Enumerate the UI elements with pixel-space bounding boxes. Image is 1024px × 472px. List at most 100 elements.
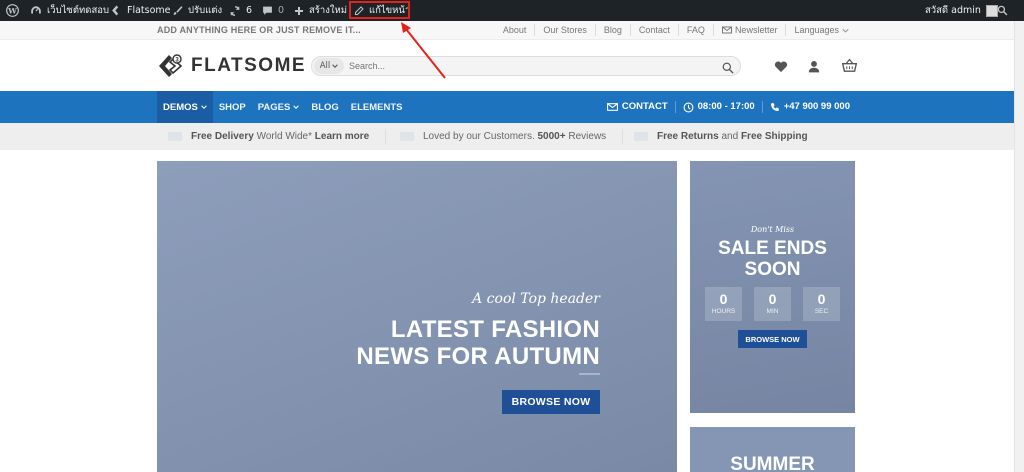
benefit-bold: Free Delivery: [191, 131, 254, 142]
nav-item-label: DEMOS: [163, 101, 198, 113]
main-nav-menu: DEMOS SHOP PAGES BLOG ELEMENTS: [157, 91, 409, 123]
admin-bar-customize[interactable]: ปรับแต่ง: [172, 0, 222, 21]
admin-bar-updates[interactable]: 6: [229, 0, 252, 21]
heart-icon: [400, 132, 414, 141]
benefit-bold: Free Returns: [657, 131, 719, 142]
comments-count: 0: [278, 5, 285, 16]
wordpress-logo-icon[interactable]: W: [6, 0, 19, 21]
benefit-text: World Wide*: [256, 131, 312, 142]
brush-icon: [173, 6, 183, 15]
sale-title-line: SALE ENDS: [718, 238, 827, 259]
hours-label: 08:00 - 17:00: [697, 101, 755, 112]
nav-item-label: BLOG: [311, 101, 339, 113]
countdown-hours: 0 HOURS: [705, 287, 742, 321]
svg-text:W: W: [7, 6, 17, 15]
nav-contact-info: CONTACT 08:00 - 17:00 +47 900 99 000: [600, 91, 857, 123]
countdown-label: SEC: [814, 308, 829, 315]
search-form: All: [311, 56, 741, 76]
nav-item-shop[interactable]: SHOP: [213, 91, 252, 123]
nav-item-blog[interactable]: BLOG: [305, 91, 344, 123]
summer-banner[interactable]: SUMMER: [690, 427, 855, 472]
chevron-down-icon: [293, 105, 300, 109]
admin-bar-account[interactable]: สวัสดี admin: [925, 0, 998, 21]
topnav-newsletter[interactable]: Newsletter: [712, 24, 786, 36]
topnav-link-blog[interactable]: Blog: [594, 24, 630, 36]
nav-opening-hours[interactable]: 08:00 - 17:00: [674, 101, 762, 113]
customize-label: ปรับแต่ง: [188, 5, 223, 16]
admin-bar-site-name[interactable]: เว็บไซต์ทดสอบ: [30, 0, 109, 21]
sale-title: SALE ENDS SOON: [690, 238, 855, 280]
nav-item-label: PAGES: [257, 101, 291, 113]
countdown-value: 0: [719, 291, 728, 307]
site-name-label: เว็บไซต์ทดสอบ: [47, 5, 109, 16]
topnav-link-contact[interactable]: Contact: [629, 24, 678, 36]
benefit-free-returns: Free Returns and Free Shipping: [634, 131, 808, 142]
search-icon[interactable]: [722, 59, 734, 78]
hero-title-line: NEWS FOR AUTUMN: [356, 343, 600, 370]
logo-text: FLATSOME: [191, 55, 307, 76]
nav-item-label: SHOP: [218, 101, 246, 113]
hero-divider: [579, 373, 600, 375]
main-nav: DEMOS SHOP PAGES BLOG ELEMENTS CONTACT 0…: [0, 91, 1014, 123]
page-scrollbar[interactable]: [1014, 21, 1024, 472]
return-icon: [634, 132, 648, 141]
admin-bar-new[interactable]: สร้างใหม่: [294, 0, 347, 21]
sale-title-line: SOON: [744, 259, 801, 280]
search-input[interactable]: [349, 59, 709, 73]
newsletter-label: Newsletter: [734, 25, 778, 35]
topnav-link-our-stores[interactable]: Our Stores: [534, 24, 595, 36]
benefit-reviews: Loved by our Customers. 5000+ Reviews: [400, 131, 606, 142]
topnav-link-about[interactable]: About: [495, 24, 535, 36]
plus-icon: [295, 6, 303, 15]
new-label: สร้างใหม่: [309, 5, 348, 16]
admin-bar-comments[interactable]: 0: [262, 0, 284, 21]
benefits-bar: Free Delivery World Wide* Learn more Lov…: [0, 123, 1014, 150]
divider: [622, 129, 623, 144]
envelope-icon: [721, 26, 732, 34]
benefit-bold: 5000+: [537, 131, 566, 142]
benefit-text: and: [721, 131, 739, 142]
comment-icon: [263, 6, 272, 15]
nav-item-pages[interactable]: PAGES: [252, 91, 306, 123]
clock-icon: [683, 102, 694, 112]
top-nav: About Our Stores Blog Contact FAQ Newsle…: [495, 24, 857, 36]
summer-title: SUMMER: [730, 454, 815, 472]
benefit-text: Loved by our Customers.: [423, 131, 535, 142]
truck-icon: [168, 132, 182, 141]
countdown-label: MIN: [766, 308, 779, 315]
site-header: 3 FLATSOME All: [0, 40, 1014, 91]
sale-banner[interactable]: Don't Miss SALE ENDS SOON 0 HOURS 0 MIN …: [690, 161, 855, 413]
sale-browse-button[interactable]: BROWSE NOW: [738, 330, 807, 348]
site-logo[interactable]: 3 FLATSOME: [157, 53, 306, 79]
admin-search-icon[interactable]: [997, 0, 1008, 21]
topnav-languages[interactable]: Languages: [785, 24, 857, 36]
countdown-minutes: 0 MIN: [754, 287, 791, 321]
greeting-label: สวัสดี admin: [925, 5, 981, 16]
contact-label: CONTACT: [621, 101, 668, 112]
nav-item-demos[interactable]: DEMOS: [157, 91, 213, 123]
countdown-seconds: 0 SEC: [803, 287, 840, 321]
heart-icon[interactable]: [774, 58, 788, 77]
hero-banner[interactable]: A cool Top header LATEST FASHION NEWS FO…: [157, 161, 677, 472]
user-icon[interactable]: [808, 58, 820, 77]
chevron-down-icon: [332, 64, 339, 68]
benefit-free-delivery: Free Delivery World Wide* Learn more: [168, 131, 369, 142]
learn-more-link[interactable]: Learn more: [315, 131, 369, 142]
topnav-link-faq[interactable]: FAQ: [677, 24, 713, 36]
nav-item-elements[interactable]: ELEMENTS: [345, 91, 409, 123]
category-select-value: All: [319, 61, 331, 71]
topbar-message: ADD ANYTHING HERE OR JUST REMOVE IT...: [157, 25, 361, 35]
sale-kicker: Don't Miss: [750, 225, 795, 234]
category-select[interactable]: All: [314, 58, 344, 74]
admin-bar-theme[interactable]: Flatsome: [111, 0, 171, 21]
basket-icon[interactable]: [841, 57, 858, 76]
hero-browse-button[interactable]: BROWSE NOW: [502, 390, 600, 414]
phone-label: +47 900 99 000: [783, 101, 850, 112]
envelope-icon: [606, 103, 618, 111]
hero-title: LATEST FASHION NEWS FOR AUTUMN: [300, 316, 600, 370]
nav-contact-link[interactable]: CONTACT: [600, 101, 675, 113]
phone-icon: [770, 103, 779, 111]
hero-title-line: LATEST FASHION: [390, 316, 600, 343]
top-bar: ADD ANYTHING HERE OR JUST REMOVE IT... A…: [0, 21, 1014, 40]
nav-phone[interactable]: +47 900 99 000: [761, 101, 857, 113]
